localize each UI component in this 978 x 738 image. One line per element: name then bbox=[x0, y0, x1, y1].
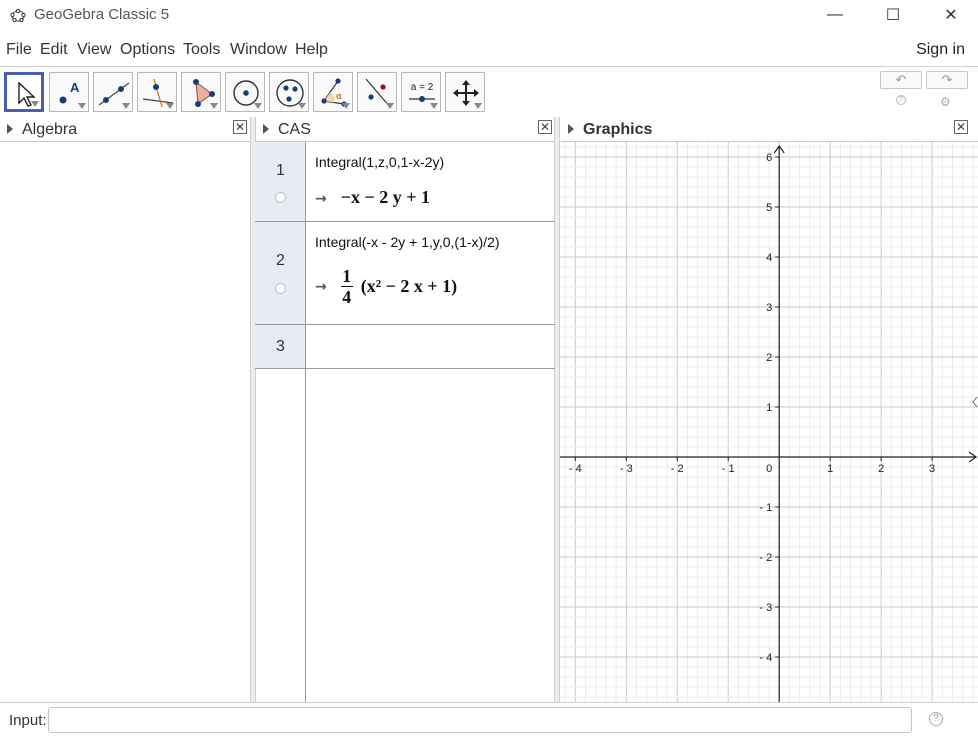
cas-output-fraction: 1 4 bbox=[340, 266, 353, 307]
menu-file[interactable]: File bbox=[6, 41, 32, 59]
menu-bar: File Edit View Options Tools Window Help… bbox=[0, 38, 978, 62]
graphics-close-icon[interactable]: ✕ bbox=[954, 120, 968, 134]
cas-row-number: 2 bbox=[276, 252, 285, 269]
move-graphics-view-tool-button[interactable] bbox=[445, 72, 485, 112]
x-tick-label: 0 bbox=[766, 463, 772, 475]
menu-help[interactable]: Help bbox=[295, 41, 328, 59]
cas-row-header[interactable]: 1 bbox=[255, 142, 306, 221]
x-tick-label: 2 bbox=[878, 463, 884, 475]
y-tick-label: - 4 bbox=[759, 652, 772, 664]
y-tick-label: - 3 bbox=[759, 602, 772, 614]
y-tick-label: 5 bbox=[766, 202, 772, 214]
cas-row-visibility-toggle[interactable] bbox=[275, 192, 286, 203]
cas-output-text: → 1 4 (x² − 2 x + 1) bbox=[315, 266, 457, 307]
y-tick-label: 1 bbox=[766, 402, 772, 414]
toolbar: A α a = 2 ↶ ↷ ? ⚙ bbox=[0, 66, 978, 116]
x-tick-label: 3 bbox=[929, 463, 935, 475]
point-tool-button[interactable]: A bbox=[49, 72, 89, 112]
cas-output-value: −x − 2 y + 1 bbox=[340, 187, 431, 207]
svg-text:α: α bbox=[336, 92, 342, 102]
fraction-denominator: 4 bbox=[342, 287, 352, 307]
title-bar: GeoGebra Classic 5 — ☐ ✕ bbox=[0, 0, 978, 30]
window-title: GeoGebra Classic 5 bbox=[34, 6, 170, 23]
settings-gear-icon[interactable]: ⚙ bbox=[940, 95, 951, 109]
y-tick-label: 2 bbox=[766, 352, 772, 364]
menu-view[interactable]: View bbox=[77, 41, 111, 59]
expand-arrow-icon[interactable] bbox=[263, 124, 269, 134]
cas-output-arrow-icon: → bbox=[315, 191, 327, 207]
graphics-view[interactable]: - 4 - 3 - 2 - 1 0 1 2 3 6 5 4 3 2 1 - 1 - 2 - 3 - 4 bbox=[560, 142, 978, 702]
menu-options[interactable]: Options bbox=[120, 41, 175, 59]
maximize-button[interactable]: ☐ bbox=[864, 0, 922, 30]
sign-in-button[interactable]: Sign in bbox=[916, 41, 965, 59]
cas-close-icon[interactable]: ✕ bbox=[538, 120, 552, 134]
close-button[interactable]: ✕ bbox=[922, 0, 978, 30]
line-tool-button[interactable] bbox=[93, 72, 133, 112]
cas-view: 1 Integral(1,z,0,1-x-2y) → −x − 2 y + 1 2… bbox=[255, 142, 555, 702]
menu-tools[interactable]: Tools bbox=[183, 41, 220, 59]
cas-output-arrow-icon: → bbox=[315, 278, 327, 295]
slider-tool-label: a = 2 bbox=[411, 82, 434, 93]
fraction-numerator: 1 bbox=[342, 266, 352, 286]
input-help-icon[interactable]: ? bbox=[929, 712, 943, 726]
x-tick-label: - 3 bbox=[620, 463, 633, 475]
geogebra-logo-icon bbox=[10, 8, 26, 23]
input-field[interactable] bbox=[48, 707, 912, 733]
x-tick-label: - 2 bbox=[671, 463, 684, 475]
svg-text:A: A bbox=[70, 80, 80, 95]
expand-arrow-icon[interactable] bbox=[568, 124, 574, 134]
y-tick-label: 6 bbox=[766, 152, 772, 164]
algebra-panel-title: Algebra bbox=[22, 121, 78, 138]
perpendicular-line-tool-button[interactable] bbox=[137, 72, 177, 112]
undo-button[interactable]: ↶ bbox=[880, 71, 922, 89]
graphics-canvas[interactable]: - 4 - 3 - 2 - 1 0 1 2 3 6 5 4 3 2 1 - 1 - 2 - 3 - 4 bbox=[560, 142, 978, 702]
input-bar: Input: ? bbox=[0, 702, 978, 738]
y-tick-label: - 1 bbox=[759, 502, 772, 514]
redo-button[interactable]: ↷ bbox=[926, 71, 968, 89]
cas-row[interactable]: 1 Integral(1,z,0,1-x-2y) → −x − 2 y + 1 bbox=[255, 142, 555, 222]
y-tick-label: 3 bbox=[766, 302, 772, 314]
y-tick-label: - 2 bbox=[759, 552, 772, 564]
collapse-handle-icon[interactable] bbox=[972, 396, 978, 408]
move-tool-button[interactable] bbox=[4, 72, 44, 112]
cas-panel-header: CAS ✕ bbox=[256, 117, 555, 142]
cas-row-header[interactable]: 2 bbox=[255, 222, 306, 324]
angle-tool-button[interactable]: α bbox=[313, 72, 353, 112]
algebra-close-icon[interactable]: ✕ bbox=[233, 120, 247, 134]
conic-tool-button[interactable] bbox=[269, 72, 309, 112]
graphics-panel-title: Graphics bbox=[583, 121, 653, 138]
cas-row-header[interactable]: 3 bbox=[255, 325, 306, 368]
menu-edit[interactable]: Edit bbox=[40, 41, 68, 59]
cas-panel-title: CAS bbox=[278, 121, 311, 138]
slider-tool-button[interactable]: a = 2 bbox=[401, 72, 441, 112]
cas-row[interactable]: 3 bbox=[255, 325, 555, 369]
reflect-tool-button[interactable] bbox=[357, 72, 397, 112]
minimize-button[interactable]: — bbox=[806, 0, 864, 30]
x-tick-label: 1 bbox=[827, 463, 833, 475]
help-icon[interactable]: ? bbox=[896, 95, 906, 105]
cas-output-text: → −x − 2 y + 1 bbox=[315, 187, 430, 208]
x-tick-label: - 4 bbox=[569, 463, 582, 475]
cas-row-visibility-toggle[interactable] bbox=[275, 283, 286, 294]
circle-tool-button[interactable] bbox=[225, 72, 265, 112]
cas-row-number: 3 bbox=[276, 338, 285, 355]
cas-output-value: (x² − 2 x + 1) bbox=[360, 276, 458, 296]
expand-arrow-icon[interactable] bbox=[7, 124, 13, 134]
menu-window[interactable]: Window bbox=[230, 41, 287, 59]
polygon-tool-button[interactable] bbox=[181, 72, 221, 112]
cas-input-text[interactable]: Integral(-x - 2y + 1,y,0,(1-x)/2) bbox=[315, 234, 500, 250]
graphics-panel-header: Graphics ✕ bbox=[561, 117, 978, 142]
y-tick-label: 4 bbox=[766, 252, 772, 264]
cas-row-number: 1 bbox=[276, 162, 285, 179]
cas-input-text[interactable]: Integral(1,z,0,1-x-2y) bbox=[315, 154, 444, 170]
cas-row[interactable]: 2 Integral(-x - 2y + 1,y,0,(1-x)/2) → 1 … bbox=[255, 222, 555, 325]
algebra-panel-header: Algebra ✕ bbox=[0, 117, 250, 142]
input-label: Input: bbox=[9, 712, 47, 729]
x-tick-label: - 1 bbox=[722, 463, 735, 475]
